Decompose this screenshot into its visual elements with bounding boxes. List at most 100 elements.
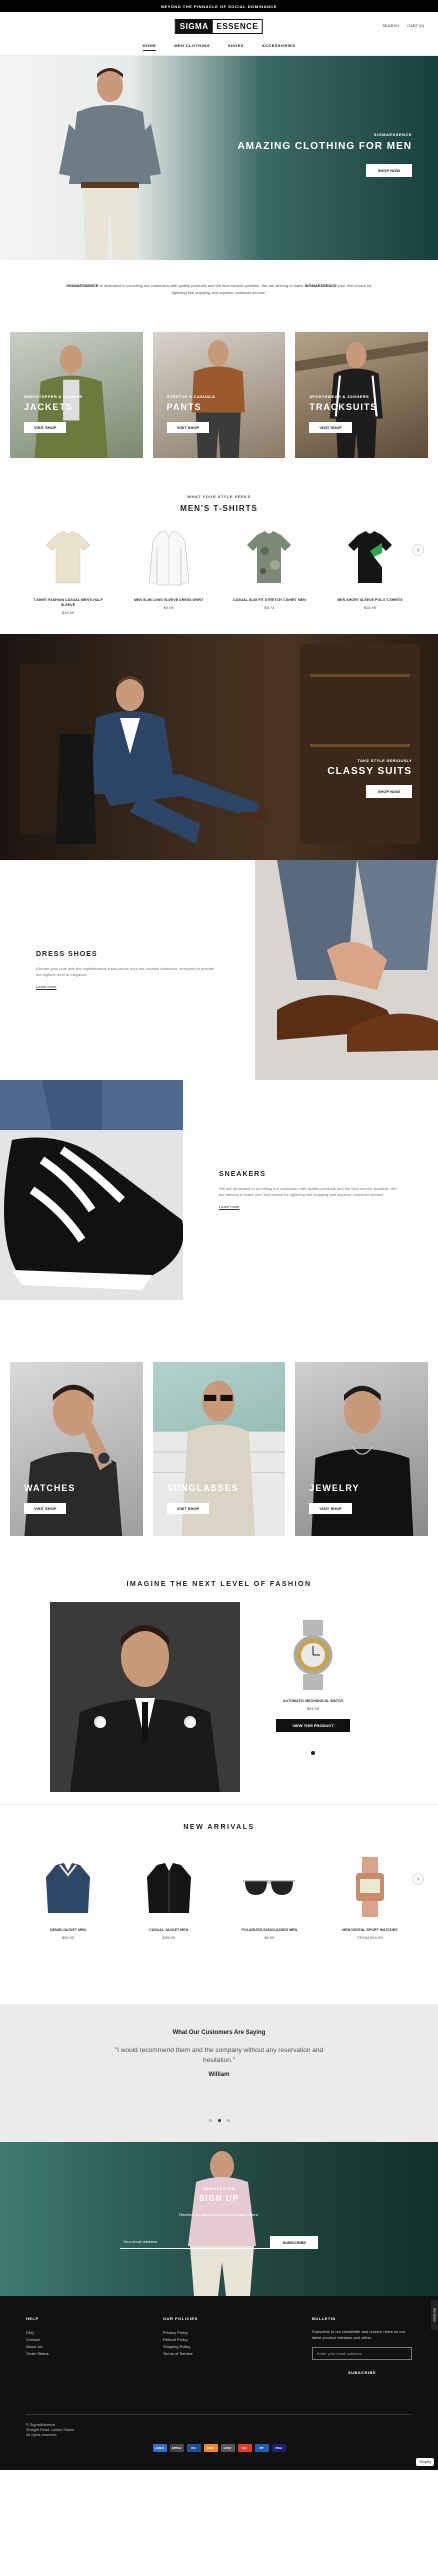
jewelry-visit-button[interactable]: VISIT SHOP: [309, 1503, 352, 1514]
product-card[interactable]: MEN SLIM LONG SLEEVE DRESS SHIRT $9.99: [129, 527, 209, 615]
mastercard-icon: MC: [237, 2444, 252, 2452]
reviews-side-tab[interactable]: REVIEWS: [431, 2300, 438, 2330]
product-price: $14.99: [61, 610, 75, 615]
testimonial-dot[interactable]: [226, 2119, 230, 2122]
watches-visit-button[interactable]: VISIT SHOP: [24, 1503, 67, 1514]
hero-shop-now-button[interactable]: SHOP NOW: [365, 164, 412, 177]
category-card-jackets[interactable]: WINDSTOPPER & BOMBER JACKETS VISIT SHOP: [10, 332, 143, 458]
footer-link-faq[interactable]: FAQ: [26, 2329, 49, 2336]
product-card[interactable]: CASUAL SLIM FIT STRETCH T-SHIRT MEN $8.7…: [229, 527, 309, 615]
featured-product-price: $54.99: [306, 1706, 320, 1711]
footer-link-shipping[interactable]: Shipping Policy: [163, 2343, 198, 2350]
category-card-pants[interactable]: STRETCH & CASUALS PANTS VISIT SHOP: [152, 332, 286, 458]
sunglasses-product-image: [243, 1880, 296, 1895]
view-product-button[interactable]: VIEW THIS PRODUCT: [276, 1719, 350, 1732]
product-name: CASUAL SLIM FIT STRETCH T-SHIRT MEN: [232, 598, 306, 602]
dress-shoes-desc: Elevate your look with the sophisticated…: [36, 966, 215, 977]
product-price: $16.99: [363, 605, 377, 610]
footer-link-contact[interactable]: Contact: [26, 2336, 49, 2343]
testimonial-heading: What Our Customers Are Saying: [172, 2030, 266, 2036]
product-price: FROM $19.99: [357, 1935, 383, 1940]
dress-shoes-learn-more-link[interactable]: Learn more: [36, 984, 219, 989]
polo-black-image: [347, 531, 392, 583]
google-pay-icon: GPAY: [220, 2444, 235, 2452]
product-card[interactable]: MEN SHORT SLEEVE POLO T-SHIRTS $16.99: [330, 527, 410, 615]
site-logo[interactable]: SIGMA ESSENCE: [174, 19, 264, 34]
carousel-next-button[interactable]: ›: [412, 544, 424, 556]
intro-brand: SIGMAESSENCE: [66, 283, 99, 288]
sneakers-learn-more-link[interactable]: Learn more: [219, 1204, 402, 1209]
featured-product-name: AUTOMATIC MECHANICAL WATCH: [282, 1699, 344, 1703]
sunglasses-title: SUNGLASSES: [166, 1483, 239, 1493]
tracksuits-visit-button[interactable]: VISIT SHOP: [309, 422, 352, 433]
cart-link[interactable]: CART (0): [407, 23, 424, 28]
product-price: $8.99: [264, 1935, 275, 1940]
footer-subscribe-button[interactable]: SUBSCRIBE: [312, 2370, 412, 2375]
hotspot-dot[interactable]: [96, 1718, 106, 1728]
announcement-text: BEYOND THE PINNACLE OF SOCIAL DOMINANCE: [161, 3, 277, 9]
product-card[interactable]: MEN DIGITAL SPORT WATCHES FROM $19.99: [330, 1857, 410, 1940]
featured-portrait: [50, 1602, 240, 1792]
tracksuits-kicker: SPORTSWEAR & JOGGERS: [309, 394, 369, 399]
suits-shop-now-button[interactable]: SHOP NOW: [365, 785, 412, 798]
footer-link-privacy[interactable]: Privacy Policy: [163, 2329, 198, 2336]
product-card[interactable]: POLARIZED SUNGLASSES MEN $8.99: [229, 1857, 309, 1940]
diners-club-icon: DC: [186, 2444, 201, 2452]
footer-link-order-status[interactable]: Order Status: [26, 2350, 49, 2357]
product-price: $9.99: [163, 605, 174, 610]
pants-visit-button[interactable]: VISIT SHOP: [166, 422, 210, 433]
suits-banner: TAKE STYLE SERIOUSLY CLASSY SUITS SHOP N…: [0, 634, 438, 860]
dress-shoes-section: DRESS SHOES Elevate your look with the s…: [0, 860, 438, 1080]
sunglasses-visit-button[interactable]: VISIT SHOP: [166, 1503, 210, 1514]
jackets-visit-button[interactable]: VISIT SHOP: [24, 422, 67, 433]
product-name: MEN DIGITAL SPORT WATCHES: [342, 1928, 398, 1932]
product-card[interactable]: T-SHIRT FASHION CASUAL MEN'S HALF SLEEVE…: [28, 527, 108, 615]
testimonial-dot[interactable]: [208, 2119, 212, 2122]
product-name: DENIM JACKET MEN: [50, 1928, 86, 1932]
visa-icon: VISA: [271, 2444, 286, 2452]
footer-rights: All rights reserved.: [26, 2433, 58, 2437]
footer-help-column: HELP FAQ Contact About Us Order Status: [26, 2316, 49, 2375]
carousel-next-button[interactable]: ›: [412, 1873, 424, 1885]
category-card-jewelry[interactable]: JEWELRY VISIT SHOP: [295, 1362, 429, 1536]
shopify-badge[interactable]: Shopify: [416, 2458, 434, 2466]
slider-dot[interactable]: [311, 1751, 315, 1755]
footer-bulletin-column: BULLETIN Subscribe to our newsletter and…: [311, 2316, 412, 2375]
product-card[interactable]: DENIM JACKET MEN $56.99: [28, 1857, 108, 1940]
nav-accessories[interactable]: ACCESSORIES: [262, 43, 296, 51]
watch-image: [293, 1620, 333, 1690]
suits-kicker: TAKE STYLE SERIOUSLY: [357, 758, 412, 763]
payment-icons: AMEX APPLE DC DISC GPAY MC PP VISA: [26, 2444, 412, 2452]
nav-home[interactable]: HOME: [142, 43, 157, 51]
footer-link-terms[interactable]: Terms of Service: [163, 2350, 198, 2357]
watches-title: WATCHES: [24, 1483, 76, 1493]
amex-icon: AMEX: [152, 2444, 167, 2452]
nav-shoes[interactable]: SHOES: [228, 43, 244, 51]
footer-email-input[interactable]: Enter your email address: [311, 2347, 412, 2360]
newsletter-subscribe-button[interactable]: SUBSCRIBE: [270, 2236, 318, 2249]
tracksuits-title: TRACKSUITS: [309, 402, 378, 412]
footer-link-about[interactable]: About Us: [26, 2343, 49, 2350]
site-footer: HELP FAQ Contact About Us Order Status O…: [0, 2296, 438, 2470]
category-card-watches[interactable]: WATCHES VISIT SHOP: [10, 1362, 143, 1536]
testimonial-dot-active[interactable]: [217, 2119, 221, 2122]
hotspot-dot[interactable]: [186, 1718, 196, 1728]
footer-link-refund[interactable]: Refund Policy: [163, 2336, 198, 2343]
sneakers-section: SNEAKERS We are dedicated to providing o…: [0, 1080, 438, 1300]
newsletter-section: NEWSLETTER SIGN UP Receive the latest ne…: [0, 2142, 438, 2296]
product-card[interactable]: CASUAL JACKET MEN $39.99: [129, 1857, 209, 1940]
intro-text-1: is dedicated to providing our customers …: [98, 283, 305, 288]
main-nav: HOME MEN CLOTHING SHOES ACCESSORIES: [0, 43, 438, 51]
category-card-sunglasses[interactable]: SUNGLASSES VISIT SHOP: [152, 1362, 286, 1536]
product-price: $39.99: [162, 1935, 175, 1940]
search-link[interactable]: SEARCH: [383, 23, 400, 28]
newsletter-model-image: [188, 2151, 256, 2296]
newsletter-email-input[interactable]: Your email address: [120, 2236, 271, 2249]
tshirt-cream-image: [45, 530, 91, 584]
announcement-bar: BEYOND THE PINNACLE OF SOCIAL DOMINANCE: [0, 0, 438, 12]
logo-part1: SIGMA: [175, 20, 213, 33]
category-card-tracksuits[interactable]: SPORTSWEAR & JOGGERS TRACKSUITS VISIT SH…: [295, 332, 429, 458]
hero-banner: SIGMAESSENCE AMAZING CLOTHING FOR MEN SH…: [0, 56, 438, 260]
nav-men-clothing[interactable]: MEN CLOTHING: [174, 43, 210, 51]
arrivals-title: NEW ARRIVALS: [183, 1824, 255, 1831]
